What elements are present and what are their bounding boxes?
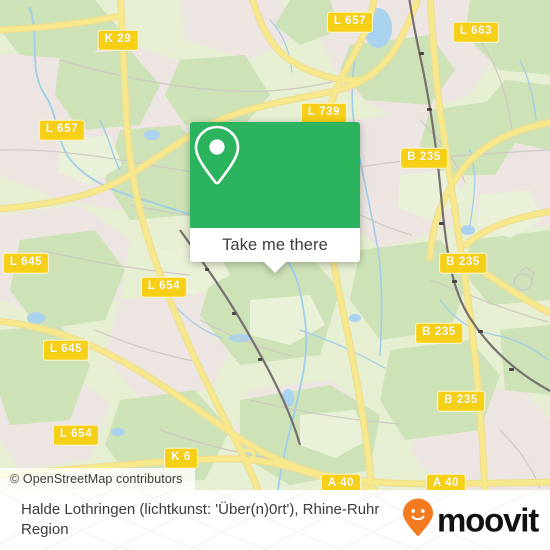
road-shield: B 235 (439, 252, 487, 274)
moovit-logo[interactable]: moovit (403, 498, 539, 542)
road-shield: L 739 (300, 102, 348, 124)
map-attribution[interactable]: © OpenStreetMap contributors (0, 468, 195, 490)
road-shield: L 657 (38, 119, 86, 141)
moovit-smiley-pin-icon (403, 498, 434, 542)
page-title: Halde Lothringen (lichtkunst: 'Über(n)0r… (21, 501, 380, 538)
road-shield: B 235 (437, 390, 485, 412)
road-shield: L 657 (326, 11, 374, 33)
moovit-wordmark: moovit (437, 501, 539, 539)
road-shield: L 645 (2, 252, 50, 274)
road-shield: A 40 (425, 473, 467, 490)
map-screenshot: K 29 L 657 L 663 L 739 L 657 B 235 L 645… (0, 0, 550, 550)
road-shield: L 654 (52, 424, 100, 446)
popup-action-label: Take me there (222, 235, 328, 254)
location-popup[interactable]: Take me there (190, 122, 360, 273)
footer-bar: Halde Lothringen (lichtkunst: 'Über(n)0r… (0, 490, 550, 550)
road-shield: L 645 (42, 339, 90, 361)
road-shield: K 6 (164, 447, 198, 469)
map-canvas[interactable]: K 29 L 657 L 663 L 739 L 657 B 235 L 645… (0, 0, 550, 490)
road-shield: L 654 (140, 276, 188, 298)
popup-icon-area (190, 122, 360, 228)
road-shield: L 663 (452, 21, 500, 43)
road-shield: K 29 (97, 29, 139, 51)
take-me-there-button[interactable]: Take me there (190, 228, 360, 273)
road-shield: B 235 (415, 322, 463, 344)
road-shield: B 235 (400, 147, 448, 169)
popup-tail (263, 261, 287, 273)
road-shield: A 40 (320, 473, 362, 490)
